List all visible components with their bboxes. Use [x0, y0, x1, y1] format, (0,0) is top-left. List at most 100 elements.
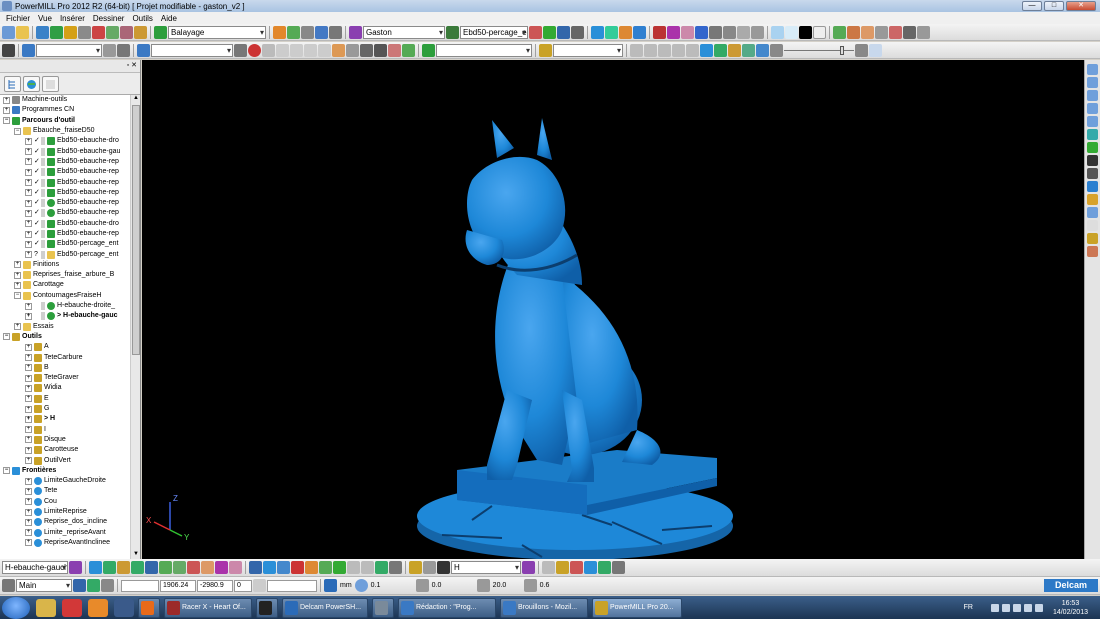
- expand-toggle-icon[interactable]: +: [25, 436, 32, 444]
- workplane-status-icon[interactable]: [2, 579, 15, 592]
- expand-toggle-icon[interactable]: +: [25, 518, 32, 526]
- stock-model-combo[interactable]: [436, 43, 532, 57]
- tp-cut-icon[interactable]: [291, 561, 304, 574]
- tree-item[interactable]: + > H: [0, 414, 130, 424]
- tree-item[interactable]: + Limite_repriseAvant: [0, 527, 130, 537]
- tree-item[interactable]: + Finitions: [0, 260, 130, 270]
- wire-view-icon[interactable]: [1087, 207, 1098, 218]
- lightbulb-icon[interactable]: [41, 302, 45, 311]
- tree-item[interactable]: − Outils: [0, 332, 130, 342]
- sim-speed-icon[interactable]: [770, 43, 783, 57]
- open-folder-icon[interactable]: [16, 25, 29, 39]
- expand-toggle-icon[interactable]: −: [3, 117, 10, 125]
- leads-links-icon[interactable]: [92, 25, 105, 39]
- expand-toggle-icon[interactable]: +: [3, 106, 10, 114]
- check-icon[interactable]: [402, 43, 415, 57]
- stock-model-icon[interactable]: [422, 43, 435, 57]
- tool-check-icon[interactable]: [598, 561, 611, 574]
- step-forward-icon[interactable]: [658, 43, 671, 57]
- menu-fichier[interactable]: Fichier: [2, 14, 34, 23]
- tray-icon[interactable]: [1012, 603, 1021, 612]
- media-quick-icon[interactable]: [88, 598, 108, 617]
- coord-extra-field[interactable]: [267, 579, 317, 592]
- tree-item[interactable]: + Carotteuse: [0, 445, 130, 455]
- task-misc[interactable]: [372, 597, 394, 618]
- task-powermill[interactable]: PowerMILL Pro 20...: [592, 597, 682, 618]
- arrow-up-icon[interactable]: [737, 25, 750, 39]
- coordinate-blank[interactable]: [121, 579, 159, 592]
- lightbulb-icon[interactable]: [41, 199, 45, 208]
- tree-item[interactable]: − Parcours d'outil: [0, 116, 130, 126]
- tree-item[interactable]: + TeteCarbure: [0, 352, 130, 362]
- expand-toggle-icon[interactable]: +: [25, 457, 32, 465]
- workplane-status-combo[interactable]: Main: [16, 579, 72, 592]
- toggle-icon[interactable]: [861, 25, 874, 39]
- tp-reverse-icon[interactable]: [333, 561, 346, 574]
- menu-dessiner[interactable]: Dessiner: [89, 14, 129, 23]
- tree-item[interactable]: + ✓ Ebd50-ebauche-rep: [0, 157, 130, 167]
- tree-item[interactable]: + RepriseAvantInclinee: [0, 538, 130, 548]
- activate-icon[interactable]: [543, 25, 556, 39]
- tp-nc-icon[interactable]: [145, 561, 158, 574]
- record-icon[interactable]: [248, 43, 261, 57]
- task-redaction[interactable]: Rédaction : "Prog...: [398, 597, 496, 618]
- tree-item[interactable]: + LimiteReprise: [0, 507, 130, 517]
- lightbulb-icon[interactable]: [41, 157, 45, 166]
- graphics-viewport[interactable]: Z X Y: [142, 60, 1084, 559]
- cross-icon[interactable]: [388, 43, 401, 57]
- view-front-icon[interactable]: [1087, 90, 1098, 101]
- calculate-icon[interactable]: [273, 25, 286, 39]
- sim-machine-icon[interactable]: [756, 43, 769, 57]
- expand-toggle-icon[interactable]: −: [14, 127, 21, 135]
- tool-shade-small-icon[interactable]: [542, 561, 555, 574]
- delete-icon[interactable]: [529, 25, 542, 39]
- explorer-scrollbar[interactable]: ▲ ▼: [130, 95, 140, 559]
- pan-icon[interactable]: [290, 43, 303, 57]
- tp-lead-icon[interactable]: [117, 561, 130, 574]
- tool-view-icon[interactable]: [437, 561, 450, 574]
- feed-rate-icon[interactable]: [64, 25, 77, 39]
- tree-item[interactable]: + B: [0, 363, 130, 373]
- save-icon[interactable]: [571, 25, 584, 39]
- arrow-left-icon[interactable]: [723, 25, 736, 39]
- strategy-combo[interactable]: Balayage: [168, 25, 266, 39]
- tool-stock-icon[interactable]: [522, 561, 535, 574]
- expand-toggle-icon[interactable]: +: [25, 374, 32, 382]
- lightbulb-icon[interactable]: [41, 147, 45, 156]
- zoom-out-icon[interactable]: [1087, 155, 1098, 166]
- tp-transform-icon[interactable]: [249, 561, 262, 574]
- simulation-combo[interactable]: [553, 43, 623, 57]
- view-toggle-icon[interactable]: [103, 43, 116, 57]
- tree-item[interactable]: + E: [0, 394, 130, 404]
- tree-item[interactable]: + ✓ Ebd50-ebauche-dro: [0, 136, 130, 146]
- tree-item[interactable]: + Tete: [0, 486, 130, 496]
- tool-dropdown-icon[interactable]: [423, 561, 436, 574]
- tp-settings-icon[interactable]: [89, 561, 102, 574]
- shade-icon[interactable]: [591, 25, 604, 39]
- lightbulb-icon[interactable]: [41, 219, 45, 228]
- x-icon[interactable]: [329, 25, 342, 39]
- view-top-icon[interactable]: [1087, 77, 1098, 88]
- expand-toggle-icon[interactable]: +: [25, 209, 32, 217]
- tray-icon[interactable]: [1001, 603, 1010, 612]
- zoom-icon[interactable]: [304, 43, 317, 57]
- arrow-down-icon[interactable]: [751, 25, 764, 39]
- tree-item[interactable]: + Reprise_dos_incline: [0, 517, 130, 527]
- tp-points-icon[interactable]: [361, 561, 374, 574]
- expand-toggle-icon[interactable]: +: [3, 96, 10, 104]
- tool-holder-small-icon[interactable]: [556, 561, 569, 574]
- stock-icon[interactable]: [667, 25, 680, 39]
- block-icon[interactable]: [36, 25, 49, 39]
- tree-item[interactable]: + A: [0, 342, 130, 352]
- tool-pencil-icon[interactable]: [584, 561, 597, 574]
- view-bottom-icon[interactable]: [1087, 116, 1098, 127]
- color-white-icon[interactable]: [785, 25, 798, 39]
- task-terminal[interactable]: [256, 597, 278, 618]
- expand-toggle-icon[interactable]: +: [25, 477, 32, 485]
- expand-toggle-icon[interactable]: +: [25, 354, 32, 362]
- pattern-icon[interactable]: [22, 43, 35, 57]
- maximize-button[interactable]: □: [1044, 1, 1064, 11]
- scroll-down-icon[interactable]: ▼: [132, 551, 140, 559]
- tool-select-icon[interactable]: [409, 561, 422, 574]
- tree-item[interactable]: + ✓ Ebd50-percage_ent: [0, 239, 130, 249]
